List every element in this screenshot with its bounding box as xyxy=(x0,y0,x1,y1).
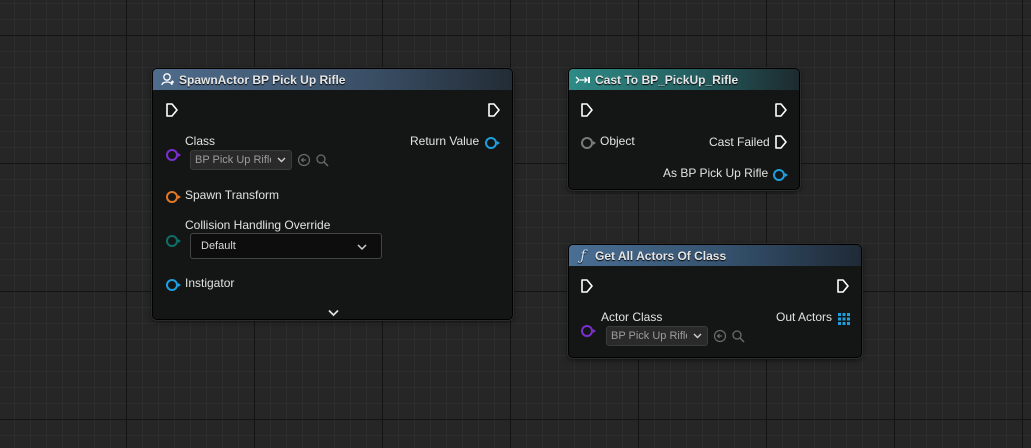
function-icon: ƒ xyxy=(580,247,586,264)
spawn-actor-icon xyxy=(159,72,175,88)
spawn-transform-label: Spawn Transform xyxy=(185,188,280,202)
array-pin-icon[interactable] xyxy=(838,312,850,330)
collision-dropdown[interactable]: Default xyxy=(190,233,382,259)
as-result-label: As BP Pick Up Rifle xyxy=(663,166,769,180)
cast-failed-exec-pin-icon[interactable] xyxy=(774,134,788,150)
object-pin-icon[interactable] xyxy=(581,137,596,149)
chevron-down-icon xyxy=(357,242,367,254)
class-label: Class xyxy=(185,134,216,148)
cast-to-node[interactable]: Cast To BP_PickUp_Rifle Object Cast Fail… xyxy=(568,68,800,190)
exec-in-pin-icon[interactable] xyxy=(580,102,594,118)
object-label: Object xyxy=(600,134,635,148)
class-select-value: BP Pick Up Rifle xyxy=(195,154,271,166)
get-all-actors-header[interactable]: ƒ Get All Actors Of Class xyxy=(569,245,861,266)
exec-out-pin-icon[interactable] xyxy=(774,102,788,118)
spawn-actor-node[interactable]: SpawnActor BP Pick Up Rifle Class BP Pic… xyxy=(152,68,513,320)
class-pin-icon[interactable] xyxy=(166,149,181,161)
actor-class-select[interactable]: BP Pick Up Rifle xyxy=(606,326,708,346)
return-value-label: Return Value xyxy=(410,134,480,148)
instigator-pin-icon[interactable] xyxy=(166,279,181,291)
actor-class-label: Actor Class xyxy=(601,310,663,324)
cast-to-title: Cast To BP_PickUp_Rifle xyxy=(595,72,739,87)
chevron-down-icon xyxy=(693,330,702,342)
cast-to-header[interactable]: Cast To BP_PickUp_Rifle xyxy=(569,69,799,90)
out-actors-label: Out Actors xyxy=(776,310,833,324)
spawn-actor-header[interactable]: SpawnActor BP Pick Up Rifle xyxy=(153,69,512,90)
instigator-label: Instigator xyxy=(185,276,235,290)
expand-chevron-icon[interactable] xyxy=(328,304,339,322)
get-all-actors-title: Get All Actors Of Class xyxy=(595,248,727,263)
get-all-actors-node[interactable]: ƒ Get All Actors Of Class Actor Class BP… xyxy=(568,244,862,358)
exec-in-pin-icon[interactable] xyxy=(580,278,594,294)
collision-label: Collision Handling Override xyxy=(185,218,331,232)
exec-out-pin-icon[interactable] xyxy=(836,278,850,294)
actor-class-select-value: BP Pick Up Rifle xyxy=(611,330,687,342)
return-value-pin-icon[interactable] xyxy=(485,137,500,149)
exec-in-pin-icon[interactable] xyxy=(165,102,179,118)
spawn-actor-title: SpawnActor BP Pick Up Rifle xyxy=(179,72,346,87)
cast-icon xyxy=(575,72,591,88)
exec-out-pin-icon[interactable] xyxy=(487,102,501,118)
actor-class-pin-icon[interactable] xyxy=(581,325,596,337)
use-selected-icon[interactable] xyxy=(297,153,311,172)
browse-icon[interactable] xyxy=(315,153,329,172)
use-selected-icon[interactable] xyxy=(713,329,727,348)
collision-dropdown-value: Default xyxy=(201,240,236,252)
collision-pin-icon[interactable] xyxy=(166,235,181,247)
class-select[interactable]: BP Pick Up Rifle xyxy=(190,150,292,170)
browse-icon[interactable] xyxy=(731,329,745,348)
cast-failed-label: Cast Failed xyxy=(709,135,770,149)
as-result-pin-icon[interactable] xyxy=(773,169,788,181)
spawn-transform-pin-icon[interactable] xyxy=(166,191,181,203)
chevron-down-icon xyxy=(277,154,286,166)
